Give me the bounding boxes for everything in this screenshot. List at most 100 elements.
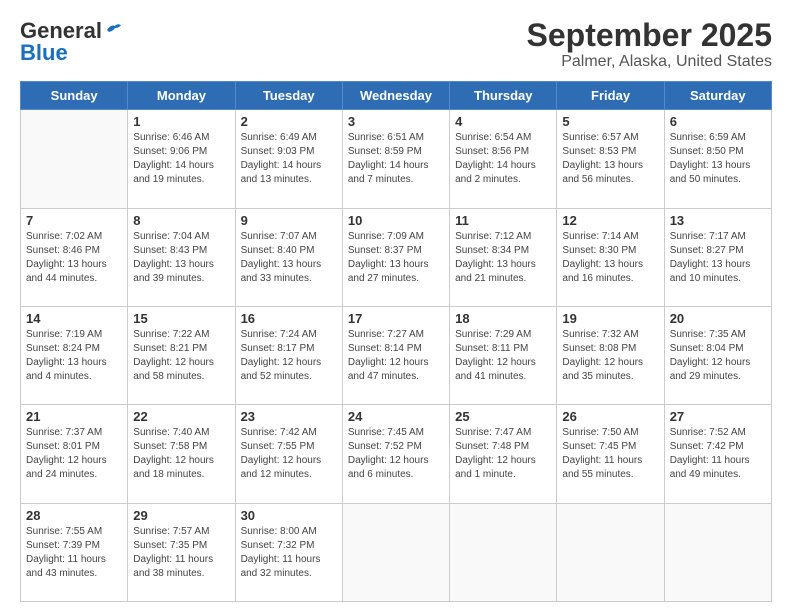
day-number: 15	[133, 311, 229, 326]
col-thursday: Thursday	[450, 82, 557, 110]
day-number: 9	[241, 213, 337, 228]
table-row: 30 Sunrise: 8:00 AM Sunset: 7:32 PM Dayli…	[235, 503, 342, 601]
day-number: 16	[241, 311, 337, 326]
col-tuesday: Tuesday	[235, 82, 342, 110]
day-number: 24	[348, 409, 444, 424]
table-row: 4 Sunrise: 6:54 AM Sunset: 8:56 PM Daylig…	[450, 110, 557, 208]
day-info: Sunrise: 6:46 AM Sunset: 9:06 PM Dayligh…	[133, 131, 229, 187]
day-number: 29	[133, 508, 229, 523]
col-sunday: Sunday	[21, 82, 128, 110]
day-number: 11	[455, 213, 551, 228]
logo: General Blue	[20, 18, 123, 66]
day-number: 4	[455, 114, 551, 129]
day-number: 30	[241, 508, 337, 523]
day-info: Sunrise: 7:17 AM Sunset: 8:27 PM Dayligh…	[670, 230, 766, 286]
table-row: 23 Sunrise: 7:42 AM Sunset: 7:55 PM Dayli…	[235, 405, 342, 503]
table-row: 28Sunrise: 7:55 AM Sunset: 7:39 PM Dayli…	[21, 503, 128, 601]
table-row: 6Sunrise: 6:59 AM Sunset: 8:50 PM Daylig…	[664, 110, 771, 208]
day-info: Sunrise: 6:54 AM Sunset: 8:56 PM Dayligh…	[455, 131, 551, 187]
day-info: Sunrise: 7:45 AM Sunset: 7:52 PM Dayligh…	[348, 426, 444, 482]
table-row: 26 Sunrise: 7:50 AM Sunset: 7:45 PM Dayli…	[557, 405, 664, 503]
day-number: 13	[670, 213, 766, 228]
table-row: 27 Sunrise: 7:52 AM Sunset: 7:42 PM Dayli…	[664, 405, 771, 503]
day-info: Sunrise: 7:12 AM Sunset: 8:34 PM Dayligh…	[455, 230, 551, 286]
day-number: 21	[26, 409, 122, 424]
day-info: Sunrise: 8:00 AM Sunset: 7:32 PM Dayligh…	[241, 525, 337, 581]
title-block: September 2025 Palmer, Alaska, United St…	[527, 18, 772, 71]
calendar-title: September 2025	[527, 18, 772, 53]
col-monday: Monday	[128, 82, 235, 110]
day-number: 22	[133, 409, 229, 424]
day-info: Sunrise: 6:59 AM Sunset: 8:50 PM Dayligh…	[670, 131, 766, 187]
table-row	[557, 503, 664, 601]
day-info: Sunrise: 7:04 AM Sunset: 8:43 PM Dayligh…	[133, 230, 229, 286]
table-row	[21, 110, 128, 208]
table-row: 1 Sunrise: 6:46 AM Sunset: 9:06 PM Daylig…	[128, 110, 235, 208]
table-row: 21 Sunrise: 7:37 AM Sunset: 8:01 PM Dayli…	[21, 405, 128, 503]
day-info: Sunrise: 6:49 AM Sunset: 9:03 PM Dayligh…	[241, 131, 337, 187]
day-info: Sunrise: 7:07 AM Sunset: 8:40 PM Dayligh…	[241, 230, 337, 286]
day-info: Sunrise: 6:51 AM Sunset: 8:59 PM Dayligh…	[348, 131, 444, 187]
table-row: 5Sunrise: 6:57 AM Sunset: 8:53 PM Daylig…	[557, 110, 664, 208]
day-info: Sunrise: 7:42 AM Sunset: 7:55 PM Dayligh…	[241, 426, 337, 482]
col-friday: Friday	[557, 82, 664, 110]
day-info: Sunrise: 7:29 AM Sunset: 8:11 PM Dayligh…	[455, 328, 551, 384]
day-number: 26	[562, 409, 658, 424]
table-row: 14 Sunrise: 7:19 AM Sunset: 8:24 PM Dayli…	[21, 306, 128, 404]
calendar-table: Sunday Monday Tuesday Wednesday Thursday…	[20, 81, 772, 602]
table-row: 2 Sunrise: 6:49 AM Sunset: 9:03 PM Daylig…	[235, 110, 342, 208]
page: General Blue September 2025 Palmer, Alas…	[0, 0, 792, 612]
table-row	[342, 503, 449, 601]
day-info: Sunrise: 7:27 AM Sunset: 8:14 PM Dayligh…	[348, 328, 444, 384]
calendar-subtitle: Palmer, Alaska, United States	[527, 53, 772, 71]
table-row	[664, 503, 771, 601]
table-row: 16 Sunrise: 7:24 AM Sunset: 8:17 PM Dayli…	[235, 306, 342, 404]
table-row: 18Sunrise: 7:29 AM Sunset: 8:11 PM Dayli…	[450, 306, 557, 404]
table-row: 12 Sunrise: 7:14 AM Sunset: 8:30 PM Dayli…	[557, 208, 664, 306]
day-number: 19	[562, 311, 658, 326]
day-info: Sunrise: 7:24 AM Sunset: 8:17 PM Dayligh…	[241, 328, 337, 384]
table-row: 13 Sunrise: 7:17 AM Sunset: 8:27 PM Dayli…	[664, 208, 771, 306]
day-number: 1	[133, 114, 229, 129]
col-saturday: Saturday	[664, 82, 771, 110]
day-info: Sunrise: 7:35 AM Sunset: 8:04 PM Dayligh…	[670, 328, 766, 384]
table-row: 7Sunrise: 7:02 AM Sunset: 8:46 PM Daylig…	[21, 208, 128, 306]
day-info: Sunrise: 7:37 AM Sunset: 8:01 PM Dayligh…	[26, 426, 122, 482]
day-info: Sunrise: 7:57 AM Sunset: 7:35 PM Dayligh…	[133, 525, 229, 581]
table-row: 25 Sunrise: 7:47 AM Sunset: 7:48 PM Dayli…	[450, 405, 557, 503]
table-row: 10 Sunrise: 7:09 AM Sunset: 8:37 PM Dayli…	[342, 208, 449, 306]
day-info: Sunrise: 7:52 AM Sunset: 7:42 PM Dayligh…	[670, 426, 766, 482]
table-row: 24 Sunrise: 7:45 AM Sunset: 7:52 PM Dayli…	[342, 405, 449, 503]
table-row	[450, 503, 557, 601]
day-number: 25	[455, 409, 551, 424]
table-row: 8Sunrise: 7:04 AM Sunset: 8:43 PM Daylig…	[128, 208, 235, 306]
day-number: 28	[26, 508, 122, 523]
table-row: 29 Sunrise: 7:57 AM Sunset: 7:35 PM Dayli…	[128, 503, 235, 601]
day-number: 23	[241, 409, 337, 424]
day-number: 2	[241, 114, 337, 129]
day-info: Sunrise: 7:02 AM Sunset: 8:46 PM Dayligh…	[26, 230, 122, 286]
day-info: Sunrise: 7:19 AM Sunset: 8:24 PM Dayligh…	[26, 328, 122, 384]
day-info: Sunrise: 6:57 AM Sunset: 8:53 PM Dayligh…	[562, 131, 658, 187]
day-info: Sunrise: 7:32 AM Sunset: 8:08 PM Dayligh…	[562, 328, 658, 384]
day-info: Sunrise: 7:40 AM Sunset: 7:58 PM Dayligh…	[133, 426, 229, 482]
day-number: 10	[348, 213, 444, 228]
day-info: Sunrise: 7:14 AM Sunset: 8:30 PM Dayligh…	[562, 230, 658, 286]
day-number: 12	[562, 213, 658, 228]
day-info: Sunrise: 7:22 AM Sunset: 8:21 PM Dayligh…	[133, 328, 229, 384]
day-info: Sunrise: 7:47 AM Sunset: 7:48 PM Dayligh…	[455, 426, 551, 482]
day-number: 27	[670, 409, 766, 424]
day-info: Sunrise: 7:09 AM Sunset: 8:37 PM Dayligh…	[348, 230, 444, 286]
header: General Blue September 2025 Palmer, Alas…	[20, 18, 772, 71]
day-number: 3	[348, 114, 444, 129]
logo-bird-icon	[105, 22, 123, 36]
day-number: 14	[26, 311, 122, 326]
table-row: 20 Sunrise: 7:35 AM Sunset: 8:04 PM Dayli…	[664, 306, 771, 404]
col-wednesday: Wednesday	[342, 82, 449, 110]
day-info: Sunrise: 7:50 AM Sunset: 7:45 PM Dayligh…	[562, 426, 658, 482]
day-number: 20	[670, 311, 766, 326]
table-row: 15 Sunrise: 7:22 AM Sunset: 8:21 PM Dayli…	[128, 306, 235, 404]
day-number: 17	[348, 311, 444, 326]
table-row: 9 Sunrise: 7:07 AM Sunset: 8:40 PM Daylig…	[235, 208, 342, 306]
calendar-header-row: Sunday Monday Tuesday Wednesday Thursday…	[21, 82, 772, 110]
